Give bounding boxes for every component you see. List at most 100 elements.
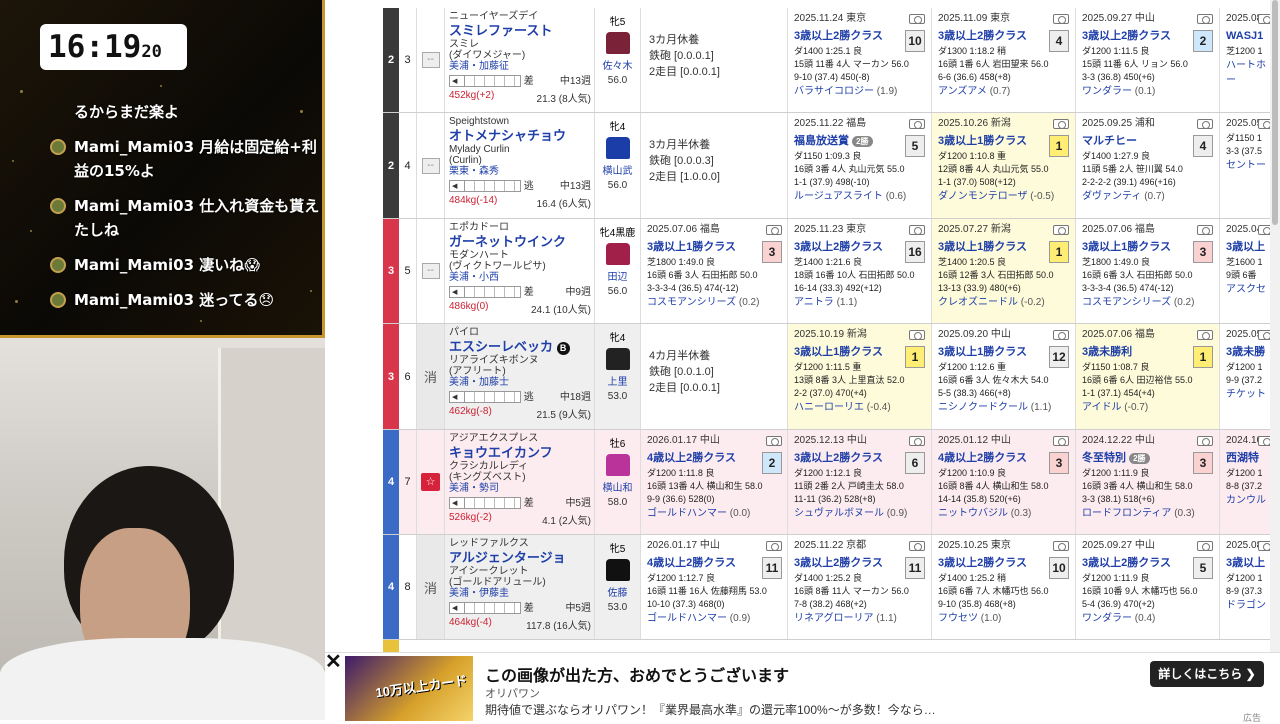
ad-info-label[interactable]: 広告 xyxy=(1243,711,1261,724)
past-race-winner[interactable]: ダノンモンテローザ (-0.5) xyxy=(938,189,1069,204)
past-race-winner[interactable]: ダヴァンティ (0.7) xyxy=(1082,189,1213,204)
past-race-winner[interactable]: ロードフロンティア (0.3) xyxy=(1082,506,1213,521)
jockey-name[interactable]: 上里 xyxy=(595,373,640,388)
scratch-mark[interactable]: 消 xyxy=(424,367,437,386)
mark-selector[interactable]: -- xyxy=(417,8,445,112)
past-race-winner[interactable]: ハートホー xyxy=(1226,58,1274,88)
past-race-winner[interactable]: シュヴァルボヌール (0.9) xyxy=(794,506,925,521)
past-race-cell[interactable]: 2025.11.22 京都 3歳以上2勝クラス 11 ダ1400 1:25.2 良 16… xyxy=(788,535,932,639)
past-race-cell[interactable]: 2025.09.25 浦和 マルチヒー 4 ダ1400 1:27.9 良 11頭 5番 … xyxy=(1076,113,1220,218)
past-race-cell[interactable]: 2025.10.26 新潟 3歳以上1勝クラス 1 ダ1200 1:10.8 重 12頭… xyxy=(932,113,1076,218)
past-race-cell[interactable]: 2025.09.27 中山 3歳以上2勝クラス 2 ダ1200 1:11.5 良 15頭… xyxy=(1076,8,1220,112)
slider-track[interactable] xyxy=(464,76,516,87)
replay-video-icon[interactable] xyxy=(1053,225,1069,235)
replay-video-icon[interactable] xyxy=(909,330,925,340)
slider-left-arrow-icon[interactable]: ◀ xyxy=(452,604,457,613)
ad-title[interactable]: この画像が出た方、おめでとうございます xyxy=(485,662,789,686)
past-race-name[interactable]: 3歳以上 xyxy=(1226,554,1274,572)
horse-name[interactable]: オトメナシャチョウ xyxy=(449,128,590,144)
past-race-winner[interactable]: ゴールドハンマー (0.0) xyxy=(647,506,782,521)
past-race-cell[interactable]: 2025.11.24 東京 3歳以上2勝クラス 10 ダ1400 1:25.1 良 15… xyxy=(788,8,932,112)
mark-box[interactable]: -- xyxy=(421,263,440,279)
horse-name[interactable]: エスシーレベッカ B xyxy=(449,339,590,355)
past-race-name[interactable]: 西湖特 xyxy=(1226,449,1274,467)
past-race-winner[interactable]: ゴールドハンマー (0.9) xyxy=(647,611,782,626)
mark-selector[interactable]: -- xyxy=(417,219,445,323)
replay-video-icon[interactable] xyxy=(766,541,782,551)
replay-video-icon[interactable] xyxy=(909,225,925,235)
replay-video-icon[interactable] xyxy=(1053,119,1069,129)
mark-selector[interactable]: 消 xyxy=(417,535,445,639)
style-slider[interactable]: ◀ xyxy=(449,391,521,404)
slider-track[interactable] xyxy=(464,287,516,298)
mark-selector[interactable]: 消 xyxy=(417,324,445,429)
jockey-name[interactable]: 田辺 xyxy=(595,268,640,283)
past-race-winner[interactable]: チケット xyxy=(1226,387,1274,402)
past-race-cell[interactable]: 2025.07.06 福島 3歳未勝利 1 ダ1150 1:08.7 良 16頭 6番 … xyxy=(1076,324,1220,429)
jockey-name[interactable]: 横山武 xyxy=(595,162,640,177)
mark-box[interactable]: -- xyxy=(421,157,440,174)
scrollbar-thumb[interactable] xyxy=(1272,0,1278,225)
replay-video-icon[interactable] xyxy=(909,541,925,551)
ad-image[interactable]: 10万以上カード xyxy=(345,656,473,721)
style-slider[interactable]: ◀ xyxy=(449,497,521,510)
past-race-cell[interactable]: 2026.01.17 中山 4歳以上2勝クラス 11 ダ1200 1:12.7 良 16… xyxy=(641,535,788,639)
jockey-name[interactable]: 佐々木 xyxy=(595,57,640,72)
past-race-cell[interactable]: 2025.09.20 中山 3歳以上1勝クラス 12 ダ1200 1:12.6 重 16… xyxy=(932,324,1076,429)
slider-left-arrow-icon[interactable]: ◀ xyxy=(452,77,457,86)
past-race-winner[interactable]: ワンダラー (0.4) xyxy=(1082,611,1213,626)
past-race-winner[interactable]: アンズアメ (0.7) xyxy=(938,84,1069,99)
past-race-cell[interactable]: 2024.12.22 中山 冬至特別 2勝 3 ダ1200 1:11.9 良 16頭 3… xyxy=(1076,430,1220,534)
past-race-winner[interactable]: リネアグローリア (1.1) xyxy=(794,611,925,626)
style-slider[interactable]: ◀ xyxy=(449,602,521,615)
past-race-winner[interactable]: セントー xyxy=(1226,158,1274,173)
jockey-name[interactable]: 横山和 xyxy=(595,479,640,494)
past-race-winner[interactable]: ハニーローリエ (-0.4) xyxy=(794,400,925,415)
slider-track[interactable] xyxy=(464,603,516,614)
mark-selector[interactable]: -- xyxy=(417,113,445,218)
jockey-name[interactable]: 佐藤 xyxy=(595,584,640,599)
past-race-winner[interactable]: コスモアンシリーズ (0.2) xyxy=(1082,295,1213,310)
past-race-cell[interactable]: 2025.07.06 福島 3歳以上1勝クラス 3 芝1800 1:49.0 良 16頭… xyxy=(1076,219,1220,323)
past-race-cell[interactable]: 2025.01.12 中山 4歳以上2勝クラス 3 ダ1200 1:10.9 良 16頭… xyxy=(932,430,1076,534)
replay-video-icon[interactable] xyxy=(909,14,925,24)
past-race-winner[interactable]: コスモアンシリーズ (0.2) xyxy=(647,295,782,310)
past-race-winner[interactable]: フウセツ (1.0) xyxy=(938,611,1069,626)
ad-banner[interactable]: ✕ 10万以上カード この画像が出た方、おめでとうございます オリパワン 期待値… xyxy=(325,652,1280,723)
past-race-cell[interactable]: 2025.11.23 東京 3歳以上2勝クラス 16 芝1400 1:21.6 良 18… xyxy=(788,219,932,323)
style-slider[interactable]: ◀ xyxy=(449,75,521,88)
replay-video-icon[interactable] xyxy=(909,119,925,129)
past-race-cell[interactable]: 2025.07.06 福島 3歳以上1勝クラス 3 芝1800 1:49.0 良 16頭… xyxy=(641,219,788,323)
past-race-cell[interactable]: 2025.12.13 中山 3歳以上2勝クラス 6 ダ1200 1:12.1 良 11頭… xyxy=(788,430,932,534)
past-race-cell[interactable]: 2025.07.27 新潟 3歳以上1勝クラス 1 芝1400 1:20.5 良 16頭… xyxy=(932,219,1076,323)
page-scrollbar[interactable] xyxy=(1270,0,1280,655)
replay-video-icon[interactable] xyxy=(1197,225,1213,235)
past-race-cell[interactable]: 2025.11.09 東京 3歳以上2勝クラス 4 ダ1300 1:18.2 稍 16頭… xyxy=(932,8,1076,112)
style-slider[interactable]: ◀ xyxy=(449,286,521,299)
replay-video-icon[interactable] xyxy=(1197,330,1213,340)
slider-track[interactable] xyxy=(464,181,516,192)
past-race-winner[interactable]: ニシノクードクール (1.1) xyxy=(938,400,1069,415)
replay-video-icon[interactable] xyxy=(1053,330,1069,340)
past-race-winner[interactable]: ワンダラー (0.1) xyxy=(1082,84,1213,99)
ad-close-icon[interactable]: ✕ xyxy=(325,652,343,672)
past-race-winner[interactable]: アスクセ xyxy=(1226,282,1274,297)
slider-track[interactable] xyxy=(464,498,516,509)
horse-name[interactable]: アルジェンタージョ xyxy=(449,550,590,566)
horse-name[interactable]: キョウエイカンフ xyxy=(449,445,590,461)
slider-track[interactable] xyxy=(464,392,516,403)
past-race-cell[interactable]: 2025.10.19 新潟 3歳以上1勝クラス 1 ダ1200 1:11.5 重 13頭… xyxy=(788,324,932,429)
scratch-mark[interactable]: 消 xyxy=(424,578,437,597)
past-race-name[interactable]: 3歳以上 xyxy=(1226,238,1274,256)
slider-left-arrow-icon[interactable]: ◀ xyxy=(452,182,457,191)
past-race-winner[interactable]: ルージュアスライト (0.6) xyxy=(794,189,925,204)
horse-name[interactable]: ガーネットウインク xyxy=(449,234,590,250)
past-race-cell[interactable]: 2025.10.25 東京 3歳以上2勝クラス 10 ダ1400 1:25.2 稍 16… xyxy=(932,535,1076,639)
past-race-winner[interactable]: カンウル xyxy=(1226,493,1274,508)
past-race-winner[interactable]: アニトラ (1.1) xyxy=(794,295,925,310)
past-race-winner[interactable]: ドラゴン xyxy=(1226,598,1274,613)
star-mark-icon[interactable]: ☆ xyxy=(421,473,440,491)
slider-left-arrow-icon[interactable]: ◀ xyxy=(452,393,457,402)
replay-video-icon[interactable] xyxy=(1053,541,1069,551)
replay-video-icon[interactable] xyxy=(1197,14,1213,24)
